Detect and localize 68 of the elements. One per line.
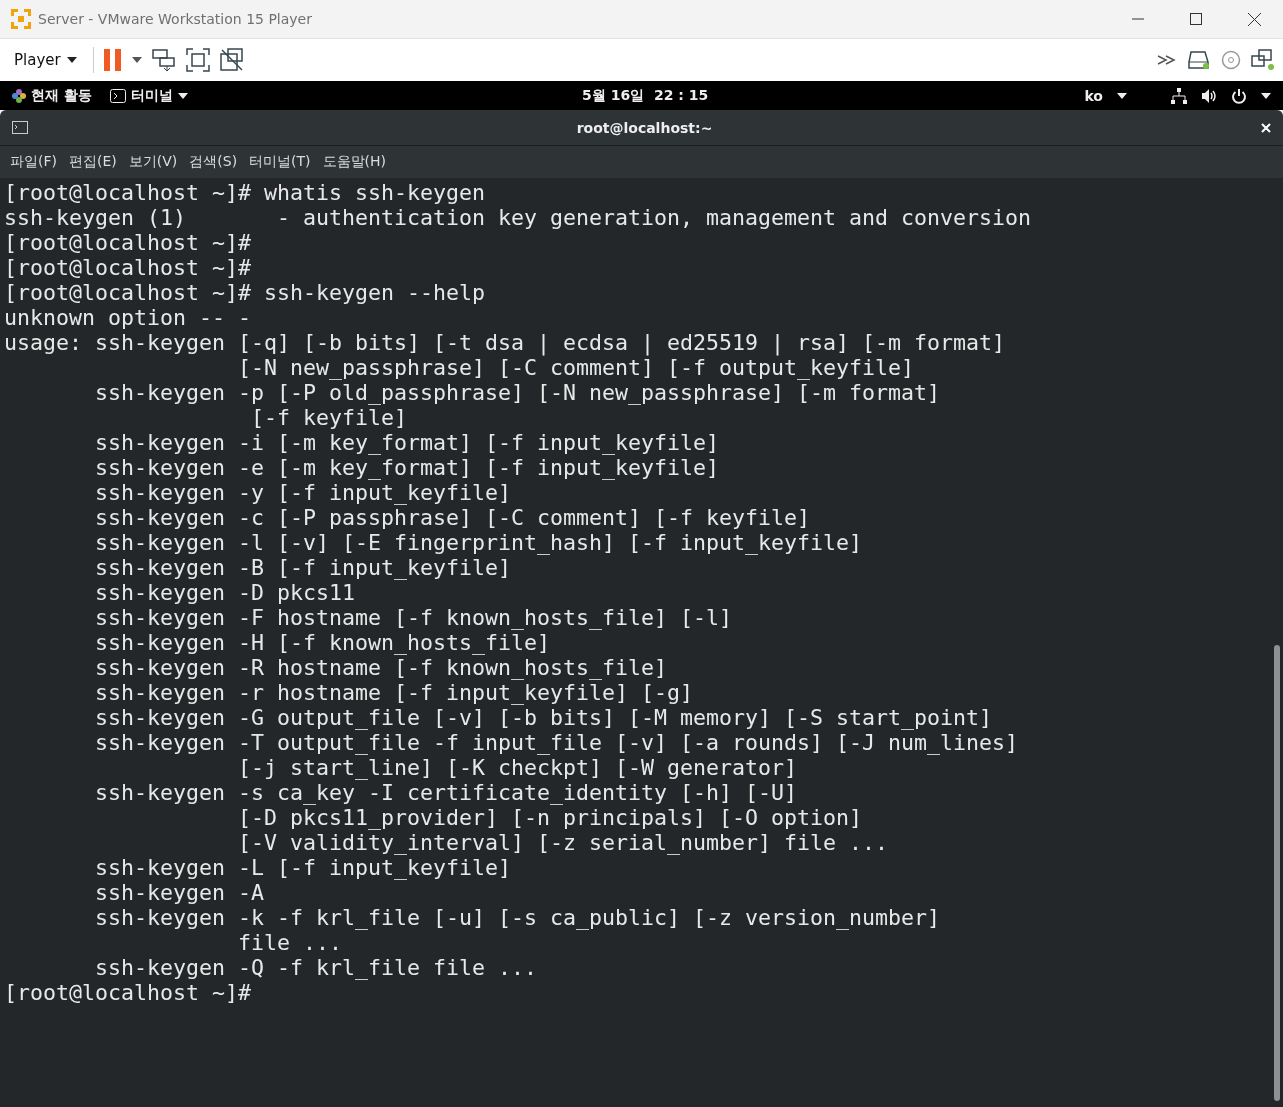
caret-icon (66, 57, 77, 63)
terminal-icon (109, 88, 126, 103)
terminal-line: [-D pkcs11_provider] [-n principals] [-O option] (237, 805, 864, 830)
caret-icon[interactable] (1261, 92, 1271, 99)
input-source-menu[interactable]: ko (1084, 87, 1103, 104)
chevron-double-icon[interactable] (1157, 54, 1177, 66)
terminal-line: ssh-keygen -c [-P passphrase] [-C comment] [-f keyfile] (94, 505, 812, 530)
terminal-line: usage: ssh-keygen [-q] [-b bits] [-t dsa | ecdsa | ed25519 | rsa] [-m format] (4, 330, 1007, 355)
terminal-line: [root@localhost ~]# (4, 980, 252, 1005)
menu-item[interactable]: 터미널(T) (243, 149, 317, 175)
terminal-line: ssh-keygen -A (94, 880, 265, 905)
terminal-line: ssh-keygen -L [-f input_keyfile] (94, 855, 513, 880)
fullscreen-icon[interactable] (185, 48, 210, 72)
cd-icon[interactable] (1221, 50, 1241, 70)
terminal-line: ssh-keygen -B [-f input_keyfile] (94, 555, 513, 580)
terminal-line: ssh-keygen -p [-P old_passphrase] [-N new_passphrase] [-m format] (94, 380, 942, 405)
network-icon[interactable] (1171, 87, 1187, 104)
send-keys-icon[interactable] (151, 49, 176, 71)
flower-icon (12, 88, 26, 103)
terminal-icon (12, 121, 28, 134)
menu-item[interactable]: 도움말(H) (316, 149, 393, 175)
terminal-line: [-V validity_interval] [-z serial_number] file ... (237, 830, 890, 855)
terminal-line: ssh-keygen -l [-v] [-E fingerprint_hash] [-f input_keyfile] (94, 530, 864, 555)
power-icon[interactable] (1231, 87, 1247, 104)
terminal-line: ssh-keygen -i [-m key_format] [-f input_keyfile] (94, 430, 721, 455)
clock[interactable]: 5월 16일 22 : 15 (205, 86, 1085, 105)
network-adapter-icon[interactable] (1251, 49, 1275, 71)
terminal-line: [root@localhost ~]# ssh-keygen --help (4, 280, 487, 305)
window-title: Server - VMware Workstation 15 Player (38, 11, 313, 27)
terminal-line: [root@localhost ~]# (4, 255, 252, 280)
terminal-line: ssh-keygen -y [-f input_keyfile] (94, 480, 513, 505)
unity-icon[interactable] (219, 48, 244, 72)
menu-item[interactable]: 검색(S) (183, 149, 244, 175)
terminal-line: ssh-keygen -e [-m key_format] [-f input_keyfile] (94, 455, 721, 480)
app-menu[interactable]: 터미널 (130, 86, 173, 105)
terminal-line: [root@localhost ~]# whatis ssh-keygen (4, 180, 487, 205)
terminal-line: ssh-keygen -r hostname [-f input_keyfile] [-g] (94, 680, 695, 705)
terminal-line: ssh-keygen -k -f krl_file [-u] [-s ca_public] [-z version_number] (94, 905, 942, 930)
menu-item[interactable]: 편집(E) (63, 149, 123, 175)
terminal-line: [-f keyfile] (250, 405, 409, 430)
terminal-line: ssh-keygen -Q -f krl_file file ... (94, 955, 539, 980)
terminal-line: ssh-keygen -T output_file -f input_file [-v] [-a rounds] [-J num_lines] (94, 730, 1020, 755)
terminal-line: ssh-keygen (1) - authentication key generation, management and conversion (4, 205, 1033, 230)
terminal-title: root@localhost:~ (575, 119, 714, 136)
caret-icon (177, 92, 188, 99)
pause-icon[interactable] (103, 49, 122, 71)
caret-icon (1117, 92, 1127, 99)
maximize-icon[interactable] (1190, 13, 1202, 25)
app-logo-icon (10, 8, 32, 30)
terminal-line: ssh-keygen -R hostname [-f known_hosts_file] (94, 655, 669, 680)
scrollbar-thumb[interactable] (1274, 645, 1280, 1101)
close-icon[interactable] (1247, 12, 1261, 26)
volume-icon[interactable] (1201, 87, 1217, 104)
terminal-line: ssh-keygen -D pkcs11 (94, 580, 356, 605)
player-menu[interactable]: Player (8, 47, 83, 73)
terminal-line: ssh-keygen -G output_file [-v] [-b bits] [-M memory] [-S start_point] (94, 705, 994, 730)
dropdown-arrow-icon[interactable] (131, 57, 142, 63)
terminal-line: ssh-keygen -H [-f known_hosts_file] (94, 630, 552, 655)
terminal-line: [root@localhost ~]# (4, 230, 252, 255)
terminal-line: [-N new_passphrase] [-C comment] [-f output_keyfile] (237, 355, 916, 380)
activities-button[interactable]: 현재 활동 (31, 86, 92, 105)
menu-item[interactable]: 보기(V) (122, 149, 184, 175)
menu-item[interactable]: 파일(F) (4, 149, 63, 175)
terminal-line: file ... (237, 930, 343, 955)
terminal-line: ssh-keygen -s ca_key -I certificate_identity [-h] [-U] (94, 780, 799, 805)
terminal-line: [-j start_line] [-K checkpt] [-W generator] (237, 755, 799, 780)
terminal-line: unknown option -- - (4, 305, 252, 330)
terminal-line: ssh-keygen -F hostname [-f known_hosts_file] [-l] (94, 605, 734, 630)
